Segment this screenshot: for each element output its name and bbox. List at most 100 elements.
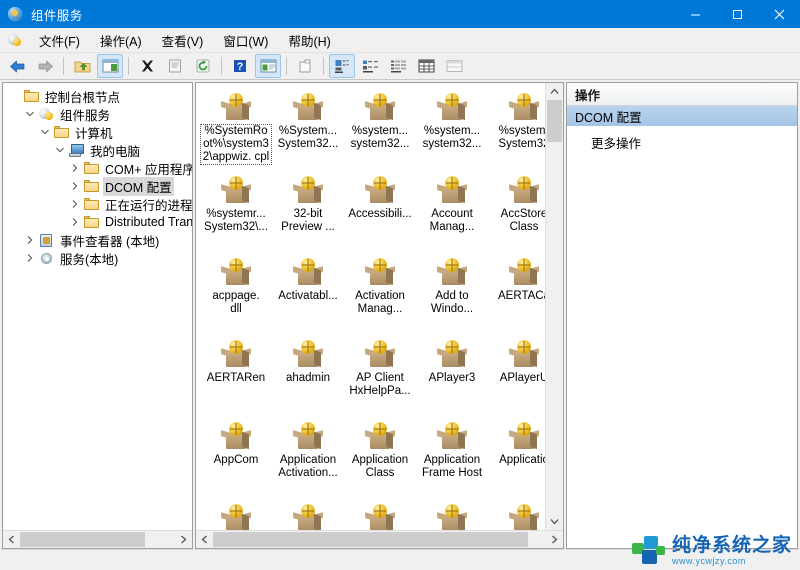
tree-node-3[interactable]: 我的电脑 [3,141,192,159]
chevron-right-icon[interactable] [67,164,83,172]
tree-node-7[interactable]: Distributed Tran [3,213,192,231]
list-item[interactable]: %systemr... System32\... [200,172,272,246]
show-hide-tree-icon[interactable] [97,54,123,78]
list-item-label: 32-bit Preview ... [281,208,335,233]
actions-header: 操作 [567,83,797,106]
small-icons-view-icon[interactable] [357,54,383,78]
list-item[interactable]: Authentic...UI CredUI... [416,500,488,530]
icon-list-view[interactable]: %SystemRoot%\system32\appwiz. cpl %System… [196,83,545,530]
dcom-application-icon [218,91,254,123]
list-item[interactable]: appwiz. cpl [344,500,416,530]
list-item[interactable]: AppVClient [272,500,344,530]
list-item[interactable]: Applicatio [488,418,545,492]
tree-node-2[interactable]: 计算机 [3,123,192,141]
list-item[interactable]: AP Client HxHelpPa... [344,336,416,410]
help-icon[interactable]: ? [227,54,253,78]
list-item[interactable]: %system... system32... [344,89,416,164]
list-hscroll-thumb[interactable] [213,532,528,547]
console-tree[interactable]: 控制台根节点组件服务 计算机我的电脑 COM+ 应用程序 DCOM 配置 正在运行的进程… [3,83,192,530]
refresh-icon[interactable] [190,54,216,78]
scroll-right-icon[interactable] [175,531,192,548]
tree-node-label: DCOM 配置 [103,176,174,196]
scroll-down-icon[interactable] [546,513,563,530]
list-item[interactable]: %SystemRoot%\system32\appwiz. cpl [200,89,272,165]
minimize-button[interactable] [674,0,716,28]
list-item[interactable]: AuthenticaUI CredU [488,500,545,530]
list-item[interactable]: acppage. dll [200,254,272,328]
list-item[interactable]: %system... system32... [416,89,488,164]
dcom-application-icon [290,420,326,452]
list-item[interactable]: Activation Manag... [344,254,416,328]
menu-help[interactable]: 帮助(H) [278,29,340,52]
tree-node-8[interactable]: 事件查看器 (本地) [3,231,192,249]
chevron-right-icon[interactable] [22,236,38,244]
chevron-down-icon[interactable] [37,128,53,136]
tree-node-0[interactable]: 控制台根节点 [3,87,192,105]
watermark-url: www.ycwjzy.com [671,556,746,566]
tree-node-5[interactable]: DCOM 配置 [3,176,192,196]
actions-selected-item[interactable]: DCOM 配置 [567,106,797,126]
detail-view-icon[interactable] [413,54,439,78]
chevron-right-icon[interactable] [67,200,83,208]
list-item-label: %systemr... System32\... [204,208,268,233]
tree-hscroll-track[interactable] [20,531,175,548]
chevron-right-icon[interactable] [67,182,83,190]
list-item[interactable]: Application Activation... [272,418,344,492]
list-item[interactable]: Account Manag... [416,172,488,246]
chevron-down-icon[interactable] [22,110,38,118]
tree-node-1[interactable]: 组件服务 [3,105,192,123]
large-icons-view-icon[interactable] [329,54,355,78]
list-vertical-scrollbar[interactable] [545,83,563,530]
menu-window[interactable]: 窗口(W) [213,29,278,52]
list-item[interactable]: AERTACa [488,254,545,328]
menu-file[interactable]: 文件(F) [29,29,90,52]
list-view-icon[interactable] [385,54,411,78]
dcom-application-icon [362,502,398,530]
tree-node-9[interactable]: 服务(本地) [3,249,192,267]
tree-node-6[interactable]: 正在运行的进程 [3,195,192,213]
list-item[interactable]: 32-bit Preview ... [272,172,344,246]
list-vscroll-thumb[interactable] [547,100,562,142]
maximize-button[interactable] [716,0,758,28]
chevron-down-icon[interactable] [52,146,68,154]
export-list-icon[interactable] [255,54,281,78]
up-folder-icon[interactable] [69,54,95,78]
list-hscroll-track[interactable] [213,531,546,548]
scroll-up-icon[interactable] [546,83,563,100]
scroll-right-icon[interactable] [546,531,563,548]
list-item[interactable]: AppCom [200,418,272,492]
close-button[interactable] [758,0,800,28]
list-item[interactable]: AccStore Class [488,172,545,246]
tree-node-label: 我的电脑 [90,144,141,159]
tree-node-label: 组件服务 [60,108,111,123]
list-item[interactable]: ahadmin [272,336,344,410]
delete-icon[interactable] [134,54,160,78]
list-horizontal-scrollbar[interactable] [196,530,563,548]
scroll-left-icon[interactable] [196,531,213,548]
list-item[interactable]: AERTARen [200,336,272,410]
list-item[interactable]: Application Frame Host [416,418,488,492]
chevron-right-icon[interactable] [22,254,38,262]
list-vscroll-track[interactable] [546,100,563,513]
dcom-application-icon [506,256,542,288]
list-item[interactable]: Accessibili... [344,172,416,246]
forward-arrow-icon [32,54,58,78]
list-item[interactable]: Add to Windo... [416,254,488,328]
back-arrow-icon[interactable] [4,54,30,78]
list-item[interactable]: AppReadi...Service [200,500,272,530]
list-item[interactable]: %System... System32... [272,89,344,164]
menu-action[interactable]: 操作(A) [90,29,152,52]
tree-node-4[interactable]: COM+ 应用程序 [3,159,192,177]
list-item[interactable]: Application Class [344,418,416,492]
scroll-left-icon[interactable] [3,531,20,548]
tree-horizontal-scrollbar[interactable] [3,530,192,548]
list-item[interactable]: %systemr System32 [488,89,545,164]
more-actions-item[interactable]: 更多操作 [567,132,797,152]
tree-hscroll-thumb[interactable] [20,532,145,547]
list-item[interactable]: APlayer3 [416,336,488,410]
chevron-right-icon[interactable] [67,218,83,226]
list-item[interactable]: Activatabl... [272,254,344,328]
list-item-label: Activation Manag... [355,290,405,315]
list-item[interactable]: APlayerU [488,336,545,410]
menu-view[interactable]: 查看(V) [152,29,214,52]
